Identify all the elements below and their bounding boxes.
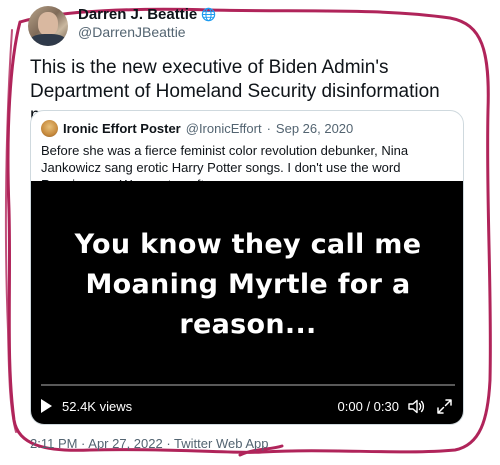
caption-line: reason... bbox=[179, 309, 317, 340]
tweet-timestamp[interactable]: 2:11 PM · Apr 27, 2022 · Twitter Web App bbox=[30, 436, 268, 451]
author-handle[interactable]: @DarrenJBeattie bbox=[78, 24, 186, 40]
quoted-author-name[interactable]: Ironic Effort Poster bbox=[63, 121, 181, 136]
quoted-author-handle[interactable]: @IronicEffort bbox=[186, 121, 262, 136]
video-player[interactable]: You know they call me Moaning Myrtle for… bbox=[31, 181, 463, 424]
author-display-name[interactable]: Darren J. Beattie bbox=[78, 6, 197, 23]
quoted-tweet-header: Ironic Effort Poster @IronicEffort · Sep… bbox=[41, 120, 353, 137]
quoted-tweet-date[interactable]: Sep 26, 2020 bbox=[276, 121, 353, 136]
video-progress-bar[interactable] bbox=[41, 384, 455, 386]
video-time: 0:00 / 0:30 bbox=[337, 399, 399, 414]
author-name-row[interactable]: Darren J. Beattie bbox=[78, 6, 216, 23]
expand-icon[interactable] bbox=[436, 398, 453, 415]
header-separator: · bbox=[266, 121, 271, 136]
avatar-shirt bbox=[30, 34, 66, 46]
quoted-author-avatar[interactable] bbox=[41, 120, 58, 137]
globe-icon bbox=[202, 7, 216, 22]
view-count: 52.4K views bbox=[62, 399, 133, 414]
caption-line: Moaning Myrtle for a bbox=[85, 269, 411, 300]
caption-line: You know they call me bbox=[74, 229, 422, 260]
avatar-face bbox=[38, 12, 58, 36]
video-caption: You know they call me Moaning Myrtle for… bbox=[31, 225, 463, 345]
quoted-tweet-card[interactable]: Ironic Effort Poster @IronicEffort · Sep… bbox=[30, 110, 464, 425]
video-controls: 52.4K views 0:00 / 0:30 bbox=[31, 396, 463, 418]
author-avatar[interactable] bbox=[28, 6, 68, 46]
volume-icon[interactable] bbox=[407, 398, 425, 415]
play-icon[interactable] bbox=[41, 399, 52, 413]
